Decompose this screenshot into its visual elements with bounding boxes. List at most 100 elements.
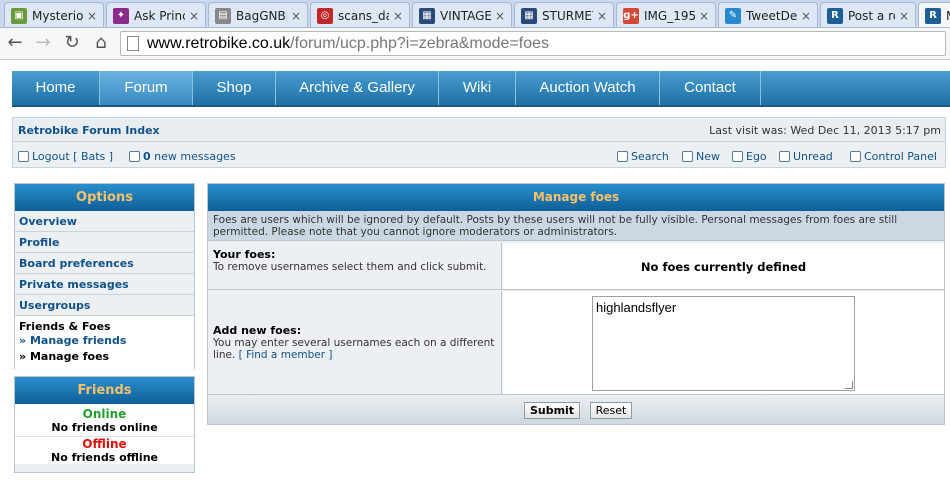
search-link[interactable]: Search: [617, 150, 669, 163]
nav-contact[interactable]: Contact: [660, 71, 761, 105]
options-board-preferences[interactable]: Board preferences: [15, 253, 194, 274]
image-favicon: ▣: [11, 7, 27, 24]
url-path: /forum/ucp.php?i=zebra&mode=foes: [290, 35, 549, 52]
tab-title: Post a re: [848, 8, 895, 23]
close-icon[interactable]: ×: [899, 9, 909, 23]
url-domain: www.retrobike.co.uk: [147, 35, 291, 52]
browser-tab[interactable]: ◎ scans_da ×: [310, 2, 410, 27]
reload-icon[interactable]: ↻: [61, 32, 83, 54]
tab-title: scans_da: [338, 8, 389, 23]
options-panel: Options Overview Profile Board preferenc…: [14, 183, 195, 370]
close-icon[interactable]: ×: [189, 9, 199, 23]
message-label: new messages: [154, 150, 236, 163]
your-foes-label: Your foes:: [213, 248, 276, 261]
friends-panel: Friends Online No friends online Offline…: [14, 376, 195, 473]
options-usergroups[interactable]: Usergroups: [15, 295, 194, 316]
options-overview[interactable]: Overview: [15, 211, 194, 232]
browser-tab[interactable]: ✎ TweetDe ×: [718, 2, 818, 27]
search-icon: [617, 151, 628, 162]
options-list: Overview Profile Board preferences Priva…: [15, 211, 194, 316]
new-posts-icon: [682, 151, 693, 162]
forward-arrow-icon[interactable]: →: [32, 32, 54, 54]
resize-handle[interactable]: [845, 381, 853, 389]
unread-link[interactable]: Unread: [779, 150, 833, 163]
forum-index-link[interactable]: Retrobike Forum Index: [18, 124, 160, 137]
close-icon[interactable]: ×: [87, 9, 97, 23]
form-buttons: Submit Reset: [208, 397, 944, 424]
unread-label: Unread: [793, 150, 833, 163]
manage-foes-title: Manage foes: [208, 184, 944, 211]
new-messages-link[interactable]: 0 new messages: [129, 150, 236, 163]
find-member-link[interactable]: [ Find a member ]: [239, 349, 333, 361]
logout-link[interactable]: Logout [ Bats ]: [18, 150, 113, 163]
manage-foes-current[interactable]: » Manage foes: [19, 350, 190, 366]
ego-label: Ego: [746, 150, 767, 163]
reset-button[interactable]: Reset: [590, 402, 632, 419]
add-foes-explain: You may enter several usernames each on …: [213, 337, 496, 361]
online-heading: Online: [82, 407, 127, 421]
options-profile[interactable]: Profile: [15, 232, 194, 253]
your-foes-explain: To remove usernames select them and clic…: [213, 261, 487, 273]
browser-tab-strip: ▣ Mysterio × ✦ Ask Princ × ▤ BagGNBI × ◎…: [0, 0, 950, 28]
options-private-messages[interactable]: Private messages: [15, 274, 194, 295]
close-icon[interactable]: ×: [495, 9, 505, 23]
close-icon[interactable]: ×: [597, 9, 607, 23]
browser-tab[interactable]: g+ IMG_195 ×: [616, 2, 716, 27]
unread-icon: [779, 151, 790, 162]
tab-title: Mysterio: [32, 8, 83, 23]
nav-home[interactable]: Home: [12, 71, 100, 105]
manage-friends-label: Manage friends: [29, 334, 127, 347]
back-arrow-icon[interactable]: ←: [4, 32, 26, 54]
your-foes-value-cell: No foes currently defined: [503, 243, 944, 289]
manage-friends-link[interactable]: » Manage friends: [19, 334, 190, 350]
page-favicon: ▤: [215, 7, 231, 24]
browser-tab[interactable]: ▦ VINTAGE ×: [412, 2, 512, 27]
manage-foes-panel: Manage foes Foes are users which will be…: [207, 183, 945, 425]
user-icon: [850, 151, 861, 162]
site-navigation: Home Forum Shop Archive & Gallery Wiki A…: [12, 71, 950, 107]
no-foes-text: No foes currently defined: [640, 260, 807, 274]
pony-favicon: ✦: [113, 7, 129, 24]
header-row-links: Logout [ Bats ] 0 new messages Search Ne…: [13, 143, 945, 168]
manage-foes-label: Manage foes: [29, 350, 110, 363]
nav-forum[interactable]: Forum: [100, 71, 193, 105]
home-icon[interactable]: ⌂: [90, 32, 112, 54]
tab-title: M: [946, 9, 950, 23]
browser-tab[interactable]: ▣ Mysterio ×: [4, 2, 104, 27]
nav-auction-watch[interactable]: Auction Watch: [516, 71, 660, 105]
page-icon: [127, 36, 139, 51]
tab-title: IMG_195: [644, 8, 695, 23]
browser-tab-active[interactable]: R M: [918, 2, 950, 27]
no-friends-offline: No friends offline: [50, 451, 158, 464]
browser-tab[interactable]: ✦ Ask Princ ×: [106, 2, 206, 27]
browser-tab[interactable]: ▤ BagGNBI ×: [208, 2, 308, 27]
retrobike-favicon: R: [827, 7, 843, 24]
google-plus-favicon: g+: [623, 7, 639, 24]
last-visit-text: Last visit was: Wed Dec 11, 2013 5:17 pm: [709, 124, 941, 137]
close-icon[interactable]: ×: [699, 9, 709, 23]
submit-button[interactable]: Submit: [524, 402, 580, 419]
header-row-top: Retrobike Forum Index Last visit was: We…: [13, 118, 945, 142]
logout-label: Logout [ Bats ]: [32, 150, 114, 163]
friends-list: Online No friends online Offline No frie…: [15, 404, 194, 464]
friends-foes-heading: Friends & Foes: [19, 320, 111, 333]
nav-archive-gallery[interactable]: Archive & Gallery: [276, 71, 439, 105]
nav-wiki[interactable]: Wiki: [439, 71, 516, 105]
control-panel-label: Control Panel: [864, 150, 937, 163]
control-panel-link[interactable]: Control Panel: [850, 150, 937, 163]
close-icon[interactable]: ×: [393, 9, 403, 23]
foes-usernames-textarea[interactable]: highlandsflyer: [592, 296, 855, 391]
browser-tab[interactable]: R Post a re ×: [820, 2, 916, 27]
logout-icon: [18, 151, 29, 162]
forum-header-panel: Retrobike Forum Index Last visit was: We…: [12, 117, 946, 168]
friends-foes-section: Friends & Foes » Manage friends » Manage…: [15, 316, 194, 370]
close-icon[interactable]: ×: [291, 9, 301, 23]
ego-link[interactable]: Ego: [732, 150, 767, 163]
address-bar[interactable]: www.retrobike.co.uk/forum/ucp.php?i=zebr…: [120, 31, 946, 56]
new-posts-label: New: [696, 150, 720, 163]
nav-shop[interactable]: Shop: [193, 71, 276, 105]
new-posts-link[interactable]: New: [682, 150, 720, 163]
retrobike-favicon: R: [925, 7, 941, 24]
close-icon[interactable]: ×: [801, 9, 811, 23]
browser-tab[interactable]: ▦ STURMEY ×: [514, 2, 614, 27]
